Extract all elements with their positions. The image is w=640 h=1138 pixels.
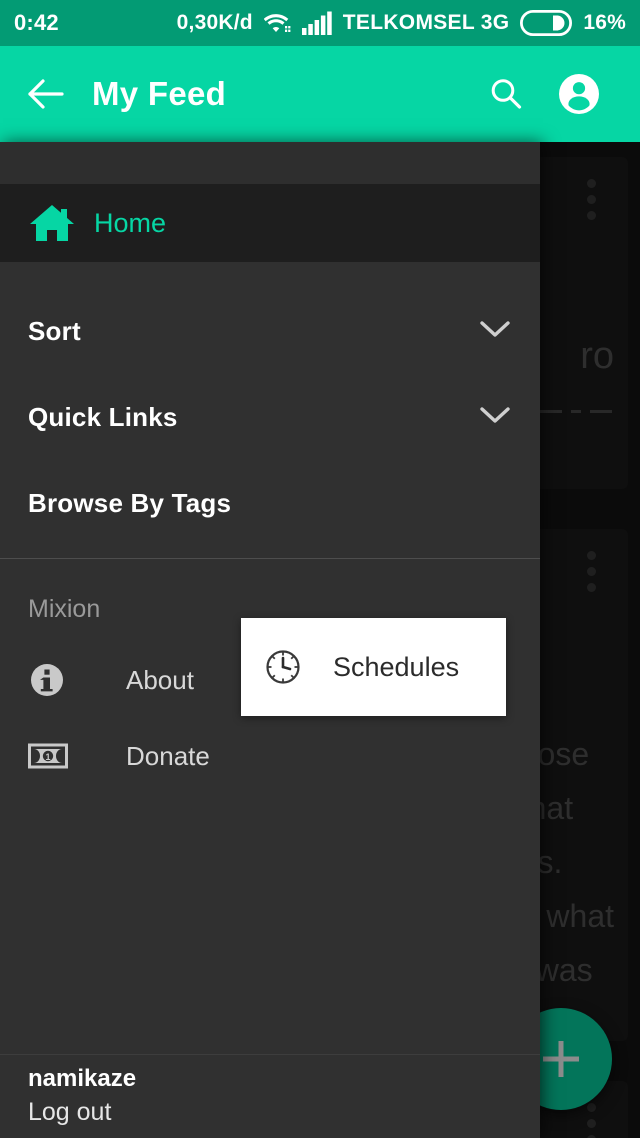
page-title: My Feed xyxy=(92,75,227,112)
chevron-down-icon xyxy=(478,318,512,345)
chevron-down-icon xyxy=(478,404,512,431)
sidebar-item-label: Sort xyxy=(28,315,81,346)
sidebar-item-label: Home xyxy=(94,207,167,238)
sidebar-item-donate[interactable]: 1 Donate xyxy=(0,718,540,794)
cellular-signal-icon xyxy=(301,11,332,35)
sidebar-item-quick-links[interactable]: Quick Links xyxy=(0,374,540,460)
status-bar: 0:42 0,30K/d TELKOMSEL 3G 16% xyxy=(0,0,640,46)
status-clock: 0:42 xyxy=(14,10,59,35)
drawer-footer: namikaze Log out xyxy=(0,1054,540,1138)
carrier-label: TELKOMSEL 3G xyxy=(342,11,510,34)
phone-screen: ro hose that es. o what i was 0:42 xyxy=(0,0,640,1138)
sidebar-item-browse-by-tags[interactable]: Browse By Tags xyxy=(0,460,540,546)
money-bill-icon: 1 xyxy=(28,742,126,770)
sidebar-item-label: Donate xyxy=(126,740,210,771)
sidebar-item-sort[interactable]: Sort xyxy=(0,288,540,374)
battery-icon xyxy=(520,10,573,36)
app-bar: My Feed xyxy=(0,46,640,142)
schedules-popup[interactable]: Schedules xyxy=(241,618,506,716)
sidebar-item-label: Browse By Tags xyxy=(28,487,232,518)
back-button[interactable] xyxy=(0,78,92,110)
battery-percent-label: 16% xyxy=(583,11,626,34)
account-circle-icon xyxy=(559,74,599,114)
wifi-icon xyxy=(263,14,291,32)
info-icon xyxy=(28,661,126,699)
svg-text:1: 1 xyxy=(45,752,50,762)
popup-label: Schedules xyxy=(333,651,460,682)
home-icon xyxy=(28,201,94,245)
sidebar-item-home[interactable]: Home xyxy=(0,184,540,262)
search-button[interactable] xyxy=(488,76,524,112)
arrow-back-icon xyxy=(28,79,64,109)
drawer-header xyxy=(0,142,540,184)
clock-icon xyxy=(263,647,333,687)
username-label: namikaze xyxy=(28,1065,137,1092)
account-button[interactable] xyxy=(558,73,600,115)
logout-button[interactable]: Log out xyxy=(28,1095,512,1129)
sidebar-item-label: About xyxy=(126,664,194,695)
network-speed-label: 0,30K/d xyxy=(176,11,253,34)
search-icon xyxy=(491,79,522,109)
sidebar-item-label: Quick Links xyxy=(28,401,178,432)
